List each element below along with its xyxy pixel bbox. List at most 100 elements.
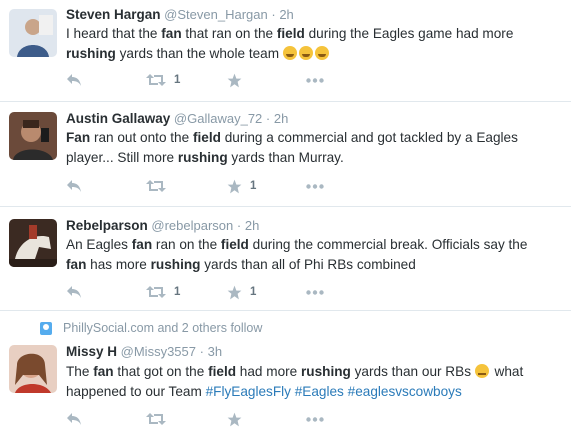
reply-icon (67, 413, 81, 425)
user-name[interactable]: Steven Hargan (66, 7, 161, 22)
avatar[interactable] (9, 112, 57, 160)
highlight: field (192, 130, 221, 145)
laughing-emoji-icon (314, 46, 329, 60)
tweet-header: Missy H @Missy3557 · 3h (66, 344, 222, 360)
highlight: rushing (150, 257, 201, 272)
user-name[interactable]: Missy H (66, 344, 117, 359)
more-icon (306, 77, 324, 83)
avatar[interactable] (9, 345, 57, 393)
favorite-button[interactable]: 1 (227, 283, 256, 301)
laughing-emoji-icon (282, 46, 297, 60)
timestamp[interactable]: 2h (279, 7, 293, 22)
text-span: has more (86, 257, 151, 272)
separator-dot: · (236, 218, 242, 233)
highlight: rushing (66, 46, 116, 61)
reply-button[interactable] (66, 410, 82, 428)
user-name[interactable]: Rebelparson (66, 218, 148, 233)
user-name[interactable]: Austin Gallaway (66, 111, 170, 126)
hashtag-link[interactable]: #eaglesvscowboys (348, 384, 462, 399)
highlight: rushing (177, 150, 228, 165)
separator-dot: · (199, 344, 204, 359)
text-span: happened to our Team (66, 384, 206, 399)
favorite-button[interactable] (227, 410, 250, 428)
highlight: rushing (301, 364, 351, 379)
more-button[interactable] (306, 283, 324, 301)
more-icon (306, 416, 324, 422)
star-icon (227, 285, 242, 299)
user-handle[interactable]: @Missy3557 (121, 344, 196, 359)
user-handle[interactable]: @Steven_Hargan (164, 7, 268, 22)
timestamp[interactable]: 2h (245, 218, 259, 233)
highlight: field (208, 364, 237, 379)
favorite-button[interactable] (227, 71, 250, 89)
retweet-count: 1 (174, 74, 181, 86)
retweet-button[interactable]: 1 (146, 71, 180, 89)
hashtag-link[interactable]: #Eagles (295, 384, 344, 399)
reply-button[interactable] (66, 71, 82, 89)
text-span: yards than the whole team (115, 46, 283, 61)
tweet-actions: 1 (66, 177, 366, 195)
text-span: yards than our RBs (350, 364, 475, 379)
reply-icon (67, 74, 81, 86)
retweet-button[interactable] (146, 177, 174, 195)
tweet-actions: 1 1 (66, 283, 366, 301)
separator-dot: · (265, 111, 271, 126)
tweet-text: Fan ran out onto the field during a comm… (66, 128, 561, 168)
highlight: fan (93, 364, 114, 379)
text-span: what (490, 364, 524, 379)
tweet: Rebelparson @rebelparson · 2h An Eagles … (0, 207, 571, 311)
text-span: that got on the (113, 364, 209, 379)
text-span: An Eagles (66, 237, 132, 252)
timestamp[interactable]: 3h (208, 344, 222, 359)
retweet-button[interactable]: 1 (146, 283, 180, 301)
favorite-button[interactable]: 1 (227, 177, 256, 195)
text-span: I heard that the (66, 26, 162, 41)
text-span: during a commercial and got tackled by a… (220, 130, 518, 145)
user-handle[interactable]: @rebelparson (151, 218, 233, 233)
retweet-count: 1 (174, 286, 181, 298)
highlight: Fan (66, 130, 91, 145)
tweet: Missy H @Missy3557 · 3h The fan that got… (0, 311, 571, 442)
retweet-icon (146, 74, 166, 86)
text-span: during the Eagles game had more (304, 26, 514, 41)
highlight: field (220, 237, 249, 252)
retweet-icon (146, 413, 166, 425)
tweet-text: I heard that the fan that ran on the fie… (66, 24, 561, 64)
reply-icon (67, 180, 81, 192)
text-span: that ran on the (181, 26, 277, 41)
reply-button[interactable] (66, 283, 82, 301)
reply-button[interactable] (66, 177, 82, 195)
timestamp[interactable]: 2h (274, 111, 288, 126)
favorite-count: 1 (250, 286, 257, 298)
text-span: during the commercial break. Officials s… (248, 237, 528, 252)
favorite-count: 1 (250, 180, 257, 192)
more-button[interactable] (306, 71, 324, 89)
laughing-emoji-icon (298, 46, 313, 60)
retweet-icon (146, 180, 166, 192)
more-button[interactable] (306, 177, 324, 195)
text-span: player... Still more (66, 150, 178, 165)
neutral-face-emoji-icon (474, 364, 489, 378)
user-handle[interactable]: @Gallaway_72 (174, 111, 262, 126)
star-icon (227, 73, 242, 87)
more-icon (306, 183, 324, 189)
reply-icon (67, 286, 81, 298)
more-button[interactable] (306, 410, 324, 428)
avatar[interactable] (9, 219, 57, 267)
tweet-text: The fan that got on the field had more r… (66, 362, 561, 402)
text-span: yards than Murray. (227, 150, 344, 165)
tweet-actions (66, 410, 366, 428)
text-span: ran out onto the (90, 130, 193, 145)
highlight: field (276, 26, 305, 41)
highlight: fan (161, 26, 182, 41)
text-span: The (66, 364, 94, 379)
retweet-button[interactable] (146, 410, 174, 428)
avatar[interactable] (9, 9, 57, 57)
more-icon (306, 289, 324, 295)
star-icon (227, 412, 242, 426)
tweet: Steven Hargan @Steven_Hargan · 2h I hear… (0, 0, 571, 102)
tweet-header: Rebelparson @rebelparson · 2h (66, 218, 259, 234)
text-span: ran on the (152, 237, 221, 252)
hashtag-link[interactable]: #FlyEaglesFly (206, 384, 291, 399)
star-icon (227, 179, 242, 193)
